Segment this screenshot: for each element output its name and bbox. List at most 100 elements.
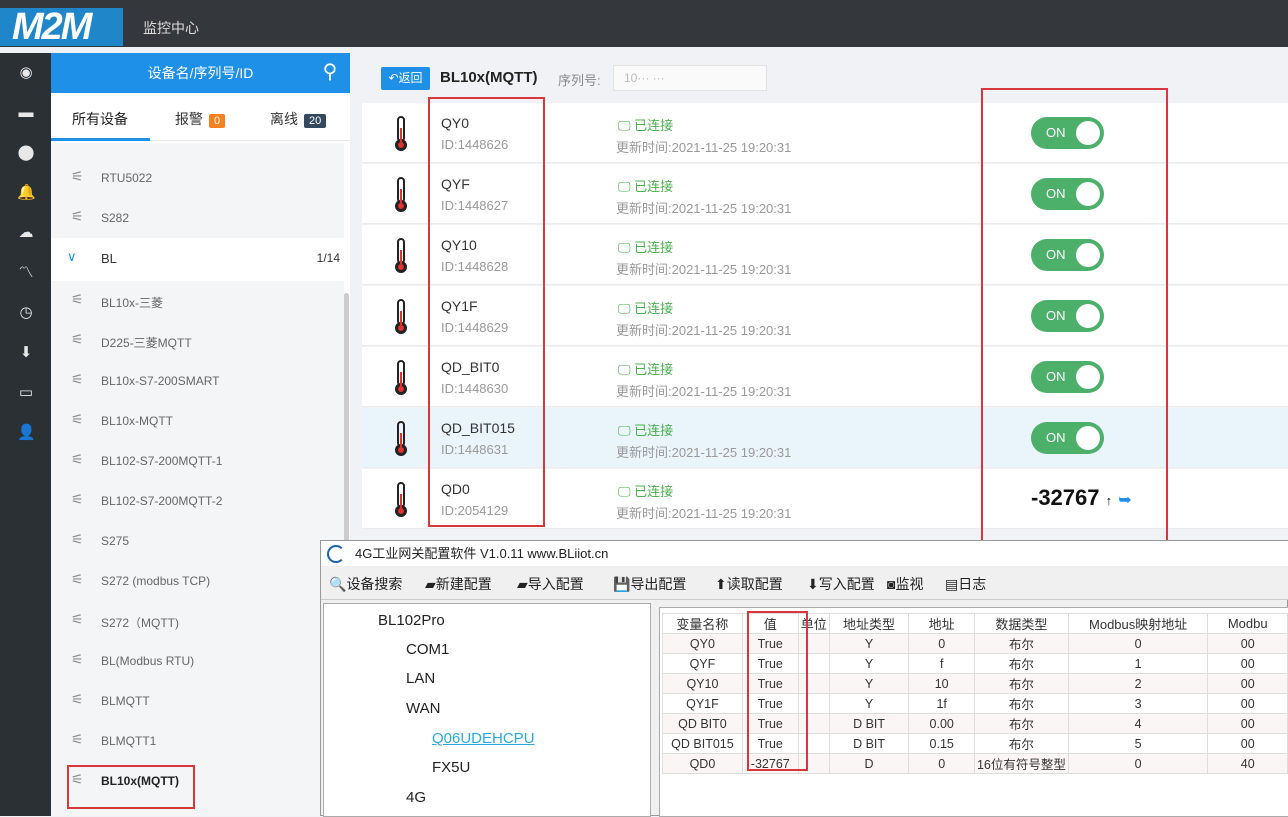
tab-offline[interactable]: 离线 20 <box>270 109 327 129</box>
column-header[interactable]: 地址类型 <box>828 613 910 634</box>
tree-label: COM1 <box>406 641 450 658</box>
tab-alarm[interactable]: 报警 0 <box>175 109 226 129</box>
column-header[interactable]: 值 <box>741 613 799 634</box>
device-name: BL10x-S7-200SMART <box>101 374 220 388</box>
on-toggle[interactable]: ON <box>1031 361 1104 393</box>
tree-label: WAN <box>406 700 441 717</box>
toolbar-button[interactable]: ▤日志 <box>945 574 986 594</box>
device-name: BL102-S7-200MQTT-1 <box>101 454 223 468</box>
user-icon[interactable]: 👤 <box>17 424 36 442</box>
on-toggle[interactable]: ON <box>1031 117 1104 149</box>
device-icon: ⚟ <box>71 451 84 467</box>
tree-node[interactable]: BL102Pro <box>378 612 445 629</box>
device-title: BL10x(MQTT) <box>440 69 538 86</box>
group-bl[interactable]: ∨ BL 1/14 <box>51 238 344 281</box>
tab-label: 离线 <box>270 111 298 127</box>
monitor-icon: 🖵 <box>618 301 635 316</box>
write-icon[interactable]: ➥ <box>1118 492 1131 509</box>
monitor-icon[interactable]: ▬ <box>17 104 35 122</box>
column-header[interactable]: Modbus映射地址 <box>1067 613 1209 634</box>
bell-icon[interactable]: 🔔 <box>17 184 36 202</box>
list-item[interactable]: ⚟ BLMQTT <box>51 681 344 721</box>
list-item[interactable]: ⚟ BL10x-S7-200SMART <box>51 361 344 401</box>
table-cell: 00 <box>1207 733 1288 754</box>
variable-row[interactable]: QD0 ID:2054129 🖵 已连接 更新时间:2021-11-25 19:… <box>362 469 1288 529</box>
table-cell <box>797 733 830 754</box>
toolbar-label: 新建配置 <box>435 576 492 592</box>
back-button[interactable]: ↶返回 <box>381 67 430 90</box>
device-icon: ⚟ <box>71 168 84 184</box>
monitor-center-title[interactable]: 监控中心 <box>143 18 199 38</box>
search-icon[interactable]: ⚲ <box>318 61 342 85</box>
variable-row[interactable]: QD_BIT0 ID:1448630 🖵 已连接 更新时间:2021-11-25… <box>362 347 1288 407</box>
table-row[interactable]: QYF True Yf 布尔 1 00 <box>662 653 1288 674</box>
list-item[interactable]: ⚟ BL(Modbus RTU) <box>51 641 344 681</box>
connection-status: 🖵 已连接 <box>618 359 673 378</box>
variable-row[interactable]: QY1F ID:1448629 🖵 已连接 更新时间:2021-11-25 19… <box>362 286 1288 346</box>
list-item[interactable]: ⚟ RTU5022 <box>51 158 344 198</box>
tree-node[interactable]: COM1 <box>406 641 449 658</box>
device-icon: ⚟ <box>71 731 84 747</box>
column-header[interactable]: 单位 <box>797 613 830 634</box>
list-item[interactable]: ⚟ BL10x(MQTT) <box>51 761 344 801</box>
tree-node[interactable]: WAN <box>406 700 440 717</box>
search-input[interactable]: 设备名/序列号/ID ⚲ <box>51 53 350 93</box>
table-row[interactable]: QD0 -32767 D 0 16位有符号整型 0 40 <box>662 753 1288 774</box>
tab-all-devices[interactable]: 所有设备 <box>72 109 128 129</box>
card-icon[interactable]: ▭ <box>17 384 35 402</box>
table-row[interactable]: QD BIT0 True D BIT 0.00 布尔 4 00 <box>662 713 1288 734</box>
column-header[interactable]: 地址 <box>908 613 975 634</box>
list-item[interactable]: ⚟ BL10x-三菱 <box>51 281 344 321</box>
chart-icon[interactable]: 〽 <box>17 264 35 282</box>
toolbar-button[interactable]: ⬆读取配置 <box>715 574 783 594</box>
on-toggle[interactable]: ON <box>1031 178 1104 210</box>
variable-table: 变量名称值单位 地址类型 地址 数据类型 Modbus映射地址 Modbu QY0 True Y… <box>659 607 1288 817</box>
tree-node[interactable]: FX5U <box>432 759 470 776</box>
table-row[interactable]: QY0 True Y 0 布尔 0 00 <box>662 633 1288 654</box>
list-item[interactable]: ⚟ S282 <box>51 198 344 238</box>
on-toggle[interactable]: ON <box>1031 422 1104 454</box>
device-icon: ⚟ <box>71 611 84 627</box>
list-item[interactable]: ⚟ D225-三菱MQTT <box>51 321 344 361</box>
list-item[interactable]: ⚟ S275 <box>51 521 344 561</box>
variable-row[interactable]: QYF ID:1448627 🖵 已连接 更新时间:2021-11-25 19:… <box>362 164 1288 224</box>
on-toggle[interactable]: ON <box>1031 239 1104 271</box>
list-item[interactable]: ⚟ S272 (modbus TCP) <box>51 561 344 601</box>
column-header[interactable]: Modbu <box>1207 613 1288 634</box>
toolbar-button[interactable]: 💾导出配置 <box>613 574 686 594</box>
column-header[interactable]: 变量名称 <box>662 613 743 634</box>
table-row[interactable]: QD BIT015 True D BIT 0.15 布尔 5 00 <box>662 733 1288 754</box>
variable-row[interactable]: QD_BIT015 ID:1448631 🖵 已连接 更新时间:2021-11-… <box>362 408 1288 468</box>
tree-node[interactable]: 4G <box>406 789 426 806</box>
toggle-label: ON <box>1046 308 1066 323</box>
list-item[interactable]: ⚟ BLMQTT1 <box>51 721 344 761</box>
toolbar-button[interactable]: ◙监视 <box>887 574 923 594</box>
monitor-icon: 🖵 <box>618 423 635 438</box>
target-icon[interactable]: ◉ <box>17 64 35 82</box>
table-cell <box>797 633 830 654</box>
list-item[interactable]: ⚟ BL102-S7-200MQTT-1 <box>51 441 344 481</box>
table-cell: Y <box>828 633 910 654</box>
on-toggle[interactable]: ON <box>1031 300 1104 332</box>
clock-icon[interactable]: ◷ <box>17 304 35 322</box>
location-icon[interactable]: ⬤ <box>17 144 35 162</box>
column-header[interactable]: 数据类型 <box>973 613 1069 634</box>
download-icon[interactable]: ⬇ <box>17 344 35 362</box>
read-icon: ⬆ <box>715 576 727 592</box>
table-row[interactable]: QY1F True Y 1f 布尔 3 00 <box>662 693 1288 714</box>
cloud-icon[interactable]: ☁ <box>17 224 35 242</box>
table-row[interactable]: QY10 True Y 10 布尔 2 00 <box>662 673 1288 694</box>
toolbar-button[interactable]: 🔍设备搜索 <box>329 574 402 594</box>
variable-row[interactable]: QY0 ID:1448626 🖵 已连接 更新时间:2021-11-25 19:… <box>362 103 1288 163</box>
list-item[interactable]: ⚟ S272（MQTT) <box>51 601 344 641</box>
toolbar-button[interactable]: ⬇写入配置 <box>807 574 875 594</box>
tree-node[interactable]: LAN <box>406 670 435 687</box>
tree-node[interactable]: Q06UDEHCPU <box>432 730 535 747</box>
variable-row[interactable]: QY10 ID:1448628 🖵 已连接 更新时间:2021-11-25 19… <box>362 225 1288 285</box>
table-cell: 10 <box>908 673 975 694</box>
thermometer-icon <box>395 177 407 212</box>
toolbar-button[interactable]: ▰新建配置 <box>425 574 492 594</box>
list-item[interactable]: ⚟ BL10x-MQTT <box>51 401 344 441</box>
toolbar-button[interactable]: ▰导入配置 <box>517 574 584 594</box>
list-item[interactable]: ⚟ BL102-S7-200MQTT-2 <box>51 481 344 521</box>
